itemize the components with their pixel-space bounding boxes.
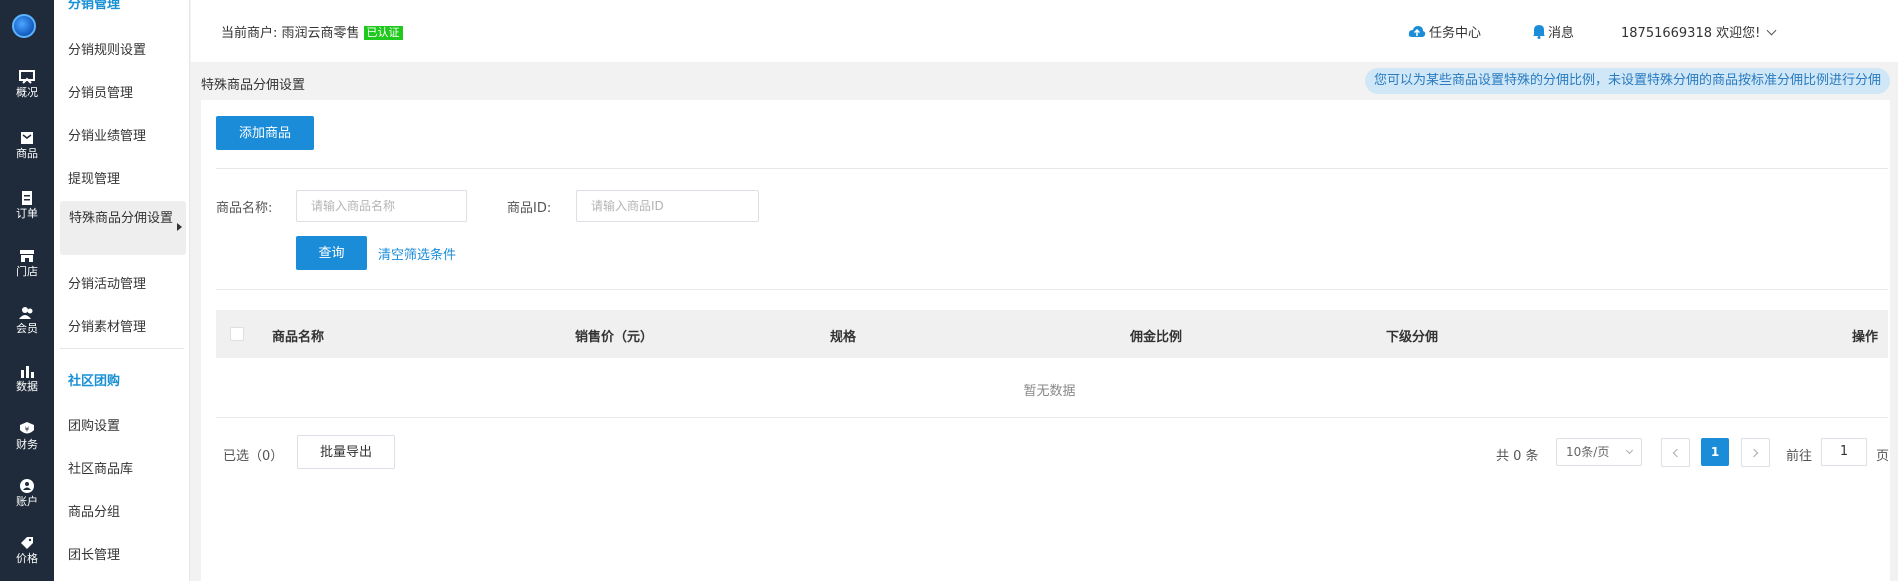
- col-product-name: 商品名称: [272, 330, 325, 345]
- divider: [216, 289, 1888, 290]
- col-commission-rate: 佣金比例: [1130, 330, 1183, 345]
- svg-text:¥: ¥: [25, 426, 30, 434]
- main-nav-rail: 概况 商品 订单 门店 会员 数据 ¥ 财务 账户 价格: [0, 0, 54, 581]
- select-all-checkbox[interactable]: [230, 327, 244, 341]
- chevron-down-icon: [1625, 446, 1634, 455]
- batch-export-button[interactable]: 批量导出: [297, 435, 395, 469]
- sidebar-group-distribution[interactable]: 分销管理: [68, 0, 120, 12]
- top-right-actions: 任务中心 消息 18751669318 欢迎您!: [1378, 22, 1898, 42]
- chevron-left-icon: [1672, 448, 1682, 458]
- content-card: 添加商品 商品名称: 商品ID: 查询 清空筛选条件 商品名称 销售价（元） 规…: [201, 100, 1898, 581]
- messages-label: 消息: [1548, 26, 1575, 41]
- finance-icon: ¥: [20, 422, 34, 434]
- rail-label: 数据: [16, 380, 38, 393]
- rail-label: 会员: [16, 322, 38, 335]
- member-icon: [19, 307, 33, 319]
- col-sale-price: 销售价（元）: [575, 330, 654, 345]
- sidebar-item-rules[interactable]: 分销规则设置: [68, 39, 146, 58]
- sidebar-item-product-groups[interactable]: 商品分组: [68, 501, 120, 520]
- top-bar: 当前商户: 雨润云商零售 已认证 任务中心 消息 18751669318 欢迎您!: [191, 0, 1898, 62]
- cloud-upload-icon: [1408, 26, 1426, 37]
- product-name-input[interactable]: [296, 190, 467, 222]
- bell-icon: [1533, 25, 1545, 39]
- secondary-sidebar: 分销管理 分销规则设置 分销员管理 分销业绩管理 提现管理 特殊商品分佣设置 分…: [54, 0, 190, 581]
- rail-item-account[interactable]: 账户: [0, 479, 54, 509]
- sidebar-item-withdraw[interactable]: 提现管理: [68, 168, 120, 187]
- divider: [216, 168, 1888, 169]
- next-page-button[interactable]: [1741, 438, 1770, 467]
- store-icon: [20, 250, 34, 262]
- rail-item-price[interactable]: 价格: [0, 536, 54, 566]
- query-button[interactable]: 查询: [296, 236, 367, 270]
- current-merchant: 当前商户: 雨润云商零售 已认证: [221, 22, 403, 41]
- sidebar-item-group-settings[interactable]: 团购设置: [68, 415, 120, 434]
- col-sub-commission: 下级分佣: [1386, 330, 1439, 345]
- task-center-label: 任务中心: [1429, 26, 1482, 41]
- divider: [216, 417, 1888, 418]
- add-product-button[interactable]: 添加商品: [216, 116, 314, 150]
- rail-item-order[interactable]: 订单: [0, 191, 54, 221]
- product-icon: [21, 132, 33, 144]
- current-page-button[interactable]: 1: [1701, 438, 1729, 466]
- chevron-down-icon: [1766, 25, 1777, 36]
- page-title: 特殊商品分佣设置: [201, 78, 306, 93]
- goto-label: 前往: [1786, 449, 1813, 464]
- info-tip: 您可以为某些商品设置特殊的分佣比例，未设置特殊分佣的商品按标准分佣比例进行分佣: [1364, 68, 1890, 94]
- rail-item-data[interactable]: 数据: [0, 364, 54, 394]
- rail-item-finance[interactable]: ¥ 财务: [0, 422, 54, 452]
- user-welcome: 18751669318 欢迎您!: [1621, 26, 1761, 41]
- total-count: 共 0 条: [1496, 449, 1539, 464]
- table-header: 商品名称 销售价（元） 规格 佣金比例 下级分佣 操作: [216, 310, 1888, 358]
- sidebar-item-distributors[interactable]: 分销员管理: [68, 82, 133, 101]
- price-tag-icon: [21, 537, 33, 549]
- sidebar-item-activities[interactable]: 分销活动管理: [68, 273, 146, 292]
- overview-icon: [19, 70, 35, 84]
- col-spec: 规格: [830, 330, 857, 345]
- rail-label: 账户: [16, 495, 38, 508]
- chevron-right-icon: [1749, 448, 1759, 458]
- sidebar-item-label: 特殊商品分佣设置: [69, 211, 174, 226]
- selected-count: 已选（0）: [223, 449, 284, 464]
- sidebar-group-community[interactable]: 社区团购: [68, 370, 120, 389]
- product-id-input[interactable]: [576, 190, 759, 222]
- rail-label: 门店: [16, 265, 38, 278]
- clear-filters-link[interactable]: 清空筛选条件: [378, 244, 456, 263]
- verified-badge: 已认证: [363, 26, 403, 40]
- product-id-label: 商品ID:: [507, 201, 552, 216]
- account-icon: [20, 479, 34, 493]
- rail-item-overview[interactable]: 概况: [0, 70, 54, 100]
- col-actions: 操作: [1851, 330, 1878, 345]
- merchant-label: 当前商户: 雨润云商零售: [221, 26, 360, 41]
- page-header: 特殊商品分佣设置 您可以为某些商品设置特殊的分佣比例，未设置特殊分佣的商品按标准…: [191, 62, 1898, 100]
- rail-label: 商品: [16, 147, 38, 160]
- messages-link[interactable]: 消息: [1532, 22, 1574, 41]
- rail-item-member[interactable]: 会员: [0, 306, 54, 336]
- empty-state: 暂无数据: [1023, 384, 1076, 399]
- sidebar-item-materials[interactable]: 分销素材管理: [68, 316, 146, 335]
- rail-label: 财务: [16, 438, 38, 451]
- sidebar-item-special-commission[interactable]: 特殊商品分佣设置: [60, 201, 186, 255]
- sidebar-item-community-products[interactable]: 社区商品库: [68, 458, 133, 477]
- task-center-link[interactable]: 任务中心: [1408, 22, 1481, 41]
- user-menu[interactable]: 18751669318 欢迎您!: [1621, 22, 1777, 41]
- scrollbar[interactable]: [1890, 62, 1898, 581]
- rail-item-store[interactable]: 门店: [0, 249, 54, 279]
- prev-page-button[interactable]: [1661, 438, 1690, 467]
- caret-right-icon: [177, 223, 182, 231]
- rail-label: 价格: [16, 552, 38, 565]
- rail-label: 订单: [16, 207, 38, 220]
- page-size-value: 10条/页: [1566, 445, 1610, 459]
- goto-page-input[interactable]: 1: [1821, 438, 1867, 466]
- page-size-select[interactable]: 10条/页: [1556, 438, 1642, 466]
- order-icon: [22, 191, 32, 205]
- product-name-label: 商品名称:: [216, 201, 273, 216]
- logo-icon[interactable]: [12, 14, 36, 38]
- page-unit-label: 页: [1876, 449, 1890, 464]
- sidebar-item-performance[interactable]: 分销业绩管理: [68, 125, 146, 144]
- sidebar-item-leaders[interactable]: 团长管理: [68, 544, 120, 563]
- rail-item-product[interactable]: 商品: [0, 131, 54, 161]
- data-icon: [21, 366, 34, 378]
- rail-label: 概况: [16, 86, 38, 99]
- sidebar-divider: [60, 348, 184, 349]
